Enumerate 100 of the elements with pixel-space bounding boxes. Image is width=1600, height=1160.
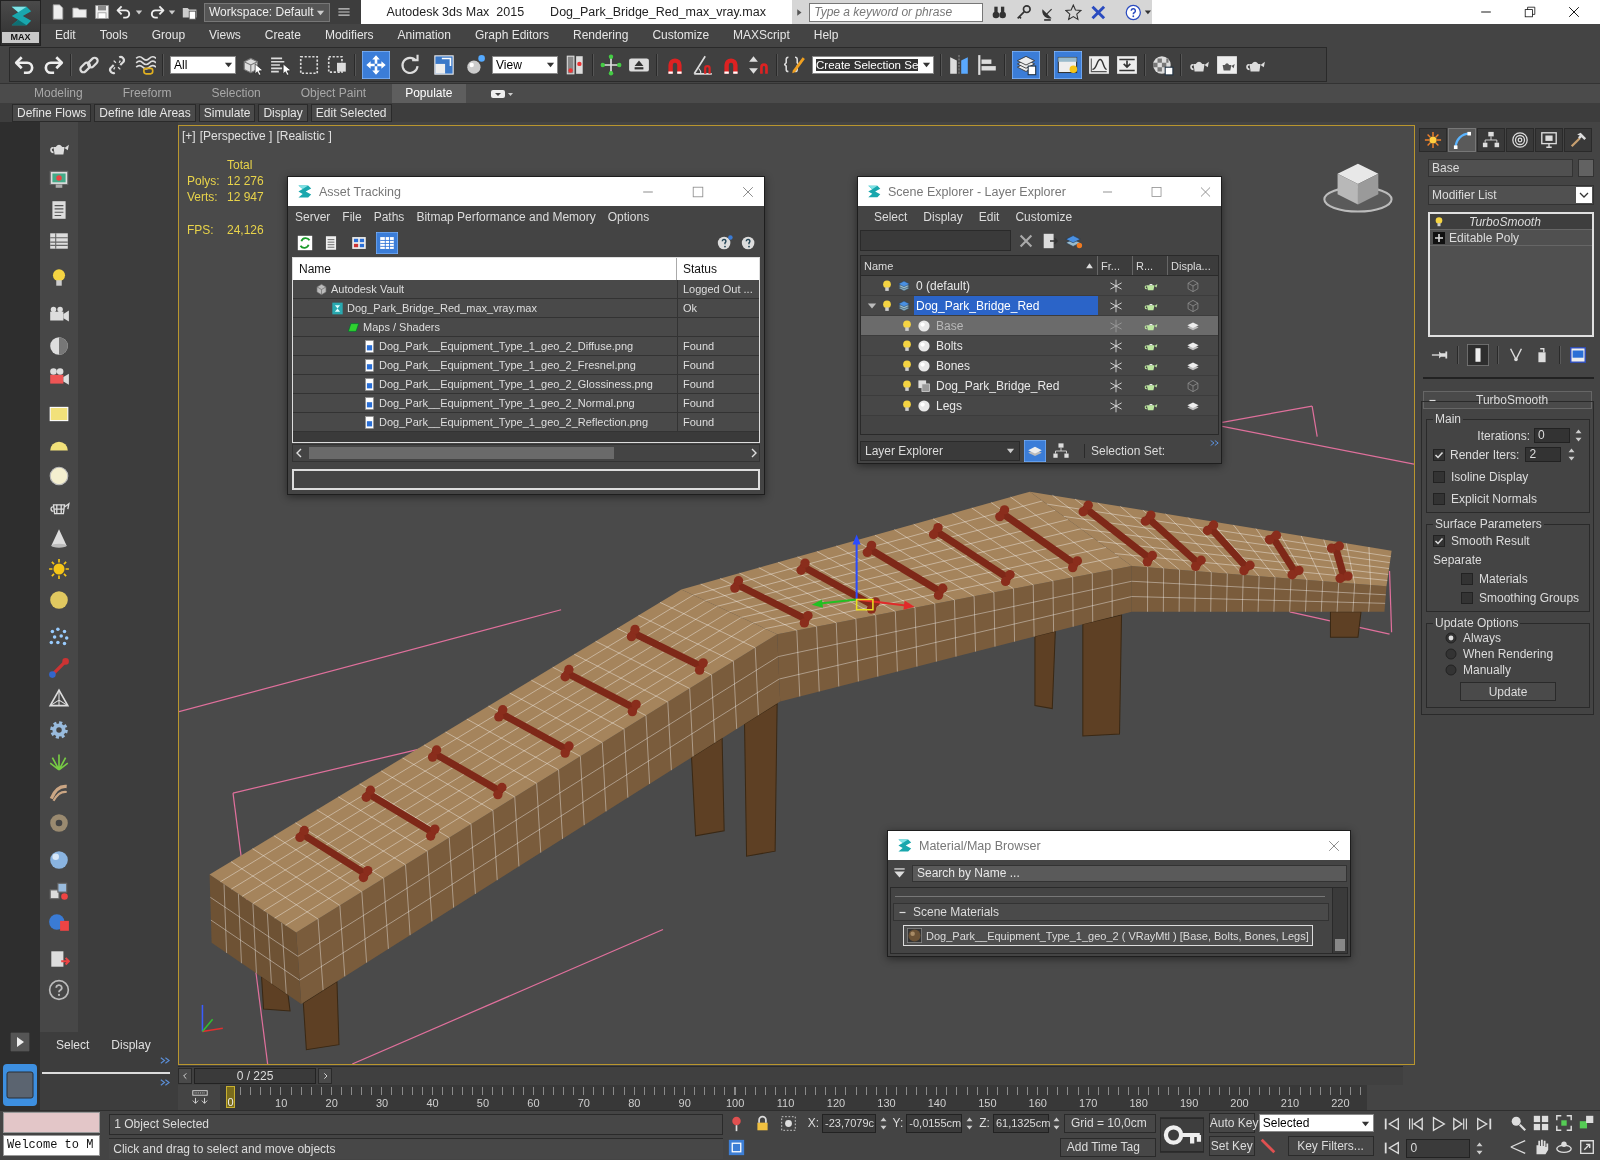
menu-item[interactable]: Views bbox=[197, 28, 253, 42]
menu-item[interactable]: Edit bbox=[970, 209, 1008, 224]
spinner-arrows-icon[interactable] bbox=[1567, 447, 1577, 462]
time-slider-thumb[interactable]: 0 / 225 bbox=[178, 1067, 332, 1084]
ribbon-button[interactable]: Edit Selected bbox=[310, 103, 392, 122]
material-item[interactable]: Dog_Park__Equipment_Type_1_geo_2 ( VRayMtl ) [Base, Bolts, Bones, Legs] bbox=[903, 925, 1313, 946]
cone-icon[interactable] bbox=[48, 527, 70, 549]
double-chevron-icon[interactable] bbox=[159, 1077, 170, 1088]
path-field[interactable] bbox=[292, 469, 760, 490]
lightbulb-icon[interactable] bbox=[880, 298, 894, 313]
menu-item[interactable]: Edit bbox=[43, 28, 88, 42]
plus-icon[interactable] bbox=[1433, 231, 1445, 244]
column-header[interactable]: R... bbox=[1136, 259, 1154, 272]
rollout-header[interactable]: TurboSmooth bbox=[1423, 391, 1592, 409]
ribbon-button[interactable]: Display bbox=[258, 103, 308, 122]
iterations-spinner[interactable]: 0 bbox=[1534, 428, 1570, 443]
field-of-view-icon[interactable] bbox=[1508, 1138, 1527, 1156]
lightbulb-icon[interactable] bbox=[900, 318, 914, 333]
wave-link-icon[interactable] bbox=[134, 53, 156, 76]
menu-item[interactable]: Create bbox=[252, 28, 313, 42]
deck-top-face[interactable] bbox=[1029, 491, 1392, 587]
explorer-type-dropdown[interactable]: Layer Explorer bbox=[860, 440, 1020, 461]
coordinate-field[interactable]: 61,1325cm bbox=[992, 1113, 1049, 1133]
checkbox[interactable] bbox=[1433, 534, 1445, 547]
move-icon[interactable] bbox=[362, 50, 390, 79]
time-slider-track[interactable]: 0 / 225 bbox=[178, 1065, 1403, 1085]
box-arrow-icon[interactable] bbox=[48, 948, 70, 970]
restore-icon[interactable] bbox=[1522, 4, 1538, 20]
command-panel-tab[interactable] bbox=[1419, 128, 1447, 152]
save-icon[interactable] bbox=[94, 4, 110, 20]
layer-name[interactable]: 0 (default) bbox=[914, 277, 973, 294]
workspace-dropdown[interactable]: Workspace: Default bbox=[204, 2, 330, 22]
current-frame-marker[interactable]: 0 bbox=[226, 1086, 235, 1108]
named-selection-dropdown[interactable]: Create Selection Se bbox=[812, 55, 934, 74]
menu-item[interactable]: Bitmap Performance and Memory bbox=[410, 210, 602, 224]
deck-side-face[interactable] bbox=[296, 634, 781, 1004]
viewport-label[interactable]: [+] bbox=[182, 129, 196, 143]
menu-item[interactable]: Customize bbox=[640, 28, 722, 42]
pivot-icon[interactable] bbox=[564, 53, 586, 76]
view-cube-icon[interactable] bbox=[1323, 163, 1393, 213]
help-icon[interactable] bbox=[48, 979, 70, 1001]
menu-item[interactable]: Group bbox=[139, 28, 198, 42]
next-frame-button[interactable] bbox=[318, 1067, 332, 1084]
key-icon[interactable] bbox=[1015, 3, 1033, 21]
sun-icon[interactable] bbox=[48, 558, 70, 580]
key-icon[interactable] bbox=[1159, 1114, 1204, 1156]
tree-row[interactable]: Dog_Park_Bridge_Red bbox=[861, 376, 1218, 397]
column-header[interactable]: Fr... bbox=[1101, 259, 1120, 272]
command-panel-tab[interactable] bbox=[1477, 128, 1505, 152]
menu-item[interactable]: Modifiers bbox=[312, 28, 386, 42]
viewport-layout-icon[interactable] bbox=[2, 1063, 38, 1107]
vertical-scrollbar[interactable] bbox=[1332, 888, 1347, 953]
half-moon-icon[interactable] bbox=[48, 335, 70, 357]
layers-icon[interactable] bbox=[1024, 439, 1046, 462]
menu-item[interactable]: Paths bbox=[367, 210, 411, 224]
search-field[interactable]: Search by Name ... bbox=[912, 864, 1347, 882]
sphere-icon[interactable] bbox=[48, 465, 70, 487]
update-button[interactable]: Update bbox=[1460, 682, 1556, 701]
monitor-icon[interactable] bbox=[48, 168, 70, 190]
sphere-pin-icon[interactable] bbox=[464, 53, 486, 76]
zoom-extents-icon[interactable] bbox=[1554, 1114, 1573, 1132]
menu-item[interactable]: File bbox=[336, 210, 368, 224]
selection-filter-dropdown[interactable]: All bbox=[170, 55, 236, 74]
object-name[interactable]: Bones bbox=[934, 357, 973, 374]
redo-icon[interactable] bbox=[149, 4, 165, 20]
application-button[interactable]: MAX bbox=[0, 0, 41, 46]
ribbon-toggle-icon[interactable] bbox=[489, 87, 514, 100]
checkbox[interactable] bbox=[1433, 448, 1445, 461]
command-panel-tab[interactable] bbox=[1448, 128, 1476, 152]
asset-name[interactable]: Dog_Park__Equipment_Type_1_geo_2_Glossiness.png bbox=[379, 378, 653, 390]
spinner-snap-icon[interactable] bbox=[748, 53, 770, 76]
object-name[interactable]: Legs bbox=[934, 397, 965, 414]
horizontal-scrollbar[interactable] bbox=[292, 444, 760, 462]
angle-snap-icon[interactable] bbox=[692, 53, 714, 76]
mirror-icon[interactable] bbox=[948, 53, 970, 76]
tree-row[interactable]: Bones bbox=[861, 356, 1218, 377]
search-field[interactable]: Type a keyword or phrase bbox=[809, 2, 984, 22]
stack-item[interactable]: Editable Poly bbox=[1430, 230, 1592, 246]
sphere-icon[interactable] bbox=[48, 589, 70, 611]
lightbulb-icon[interactable] bbox=[880, 278, 894, 293]
move-gizmo-drawing[interactable] bbox=[811, 534, 915, 611]
previous-frame-button[interactable] bbox=[178, 1067, 192, 1084]
viewport-label[interactable]: [Perspective ] bbox=[199, 129, 273, 143]
menu-item[interactable]: Customize bbox=[1007, 209, 1081, 224]
end-result-icon[interactable] bbox=[1467, 344, 1489, 366]
scrollbar-thumb[interactable] bbox=[1335, 939, 1345, 951]
object-name[interactable]: Bolts bbox=[934, 337, 965, 354]
ribbon-tab[interactable]: Populate bbox=[392, 84, 466, 103]
caret-icon[interactable] bbox=[1143, 8, 1152, 16]
key-pencil-icon[interactable] bbox=[1258, 1137, 1277, 1155]
find-field[interactable] bbox=[860, 230, 1011, 252]
track-bar[interactable]: 0 10 20 30 40 50 60 70 80 90 100 110 120 130 140 150 160 170 180 190 200 210 220 bbox=[220, 1085, 1367, 1110]
menu-item[interactable]: Animation bbox=[385, 28, 463, 42]
selection-box-icon[interactable] bbox=[779, 1114, 797, 1132]
deck-side-face[interactable] bbox=[1131, 565, 1387, 613]
sphere-cube-icon[interactable] bbox=[48, 911, 70, 933]
next-frame-icon[interactable] bbox=[1451, 1115, 1470, 1133]
render-iterations-spinner[interactable]: 2 bbox=[1525, 447, 1562, 462]
close-icon[interactable] bbox=[1566, 4, 1582, 20]
double-chevron-icon[interactable] bbox=[159, 1055, 170, 1066]
